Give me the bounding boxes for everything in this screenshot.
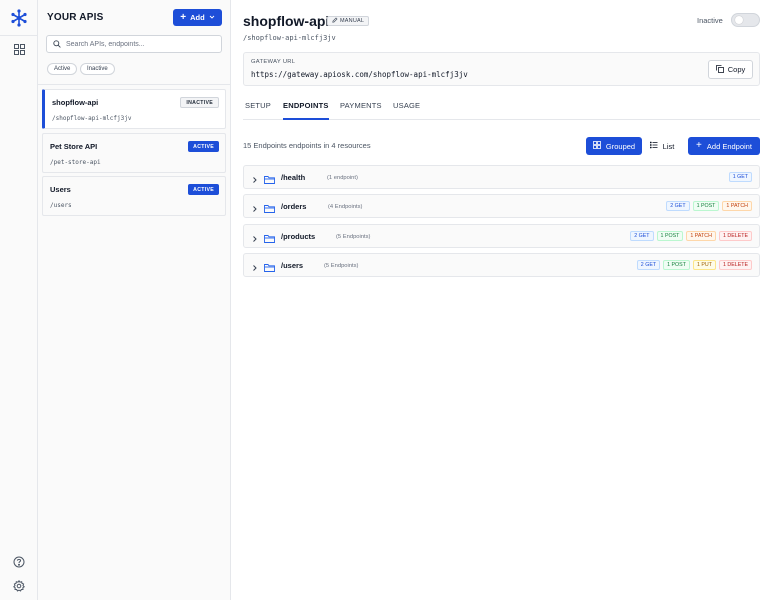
plus-icon: + [180,11,187,23]
endpoints-summary: 15 Endpoints endpoints in 4 resources [243,141,371,150]
api-sidebar: YOUR APIS + Add Active Inactive shopflow… [38,0,231,600]
grouped-view-button[interactable]: Grouped [586,137,642,155]
help-icon[interactable] [9,552,29,572]
api-card-name: shopflow-api [52,98,99,107]
method-badge-put: 1 PUT [692,260,716,270]
copy-icon [715,64,724,75]
method-badges: 1 GET [728,172,752,182]
api-card-path: /shopflow-api-mlcfj3jv [52,115,132,122]
chevron-right-icon[interactable] [250,231,260,242]
folder-icon [264,172,275,184]
method-badge-get: 2 GET [630,231,654,241]
api-card-pet-store[interactable]: Pet Store API /pet-store-api ACTIVE [42,133,226,173]
resource-path: /users [281,261,304,270]
add-endpoint-label: Add Endpoint [706,141,752,151]
add-api-label: Add [190,13,205,22]
api-card-name: Users [50,185,71,194]
copy-label: Copy [727,65,746,74]
method-badge-post: 1 POST [692,201,720,211]
sidebar-divider [38,84,231,85]
method-badges: 2 GET 1 POST 1 PUT 1 DELETE [636,260,752,270]
grid-icon [593,141,601,151]
page-title: shopflow-api [243,13,330,29]
method-badge-patch: 1 PATCH [686,231,716,241]
rail-divider [0,35,38,36]
add-endpoint-button[interactable]: + Add Endpoint [688,137,760,155]
resource-row-orders[interactable]: /orders (4 Endpoints) 2 GET 1 POST 1 PAT… [243,194,760,218]
method-badge-patch: 1 PATCH [722,201,752,211]
mode-badge-label: MANUAL [340,18,365,24]
status-badge: INACTIVE [180,97,219,108]
resource-count: (5 Endpoints) [324,263,359,269]
resource-row-products[interactable]: /products (5 Endpoints) 2 GET 1 POST 1 P… [243,224,760,248]
chevron-right-icon[interactable] [250,201,260,212]
list-label: List [662,141,675,151]
api-card-path: /pet-store-api [50,159,101,166]
settings-icon[interactable] [9,576,29,596]
filter-chip-active[interactable]: Active [47,63,78,75]
gateway-label: GATEWAY URL [251,59,296,65]
method-badges: 2 GET 1 POST 1 PATCH 1 DELETE [630,231,752,241]
status-toggle[interactable] [731,13,760,27]
search-input[interactable] [66,40,206,48]
status-badge: ACTIVE [188,141,219,152]
status-badge: ACTIVE [188,184,219,195]
status-label: Inactive [697,16,723,25]
resource-path: /products [281,232,316,241]
mode-badge[interactable]: MANUAL [327,16,370,26]
tab-setup[interactable]: SETUP [245,101,271,120]
tab-endpoints[interactable]: ENDPOINTS [283,101,329,120]
method-badge-post: 1 POST [656,231,684,241]
resource-count: (1 endpoint) [327,175,358,181]
resource-count: (4 Endpoints) [328,204,363,210]
method-badge-delete: 1 DELETE [718,260,752,270]
chevron-right-icon[interactable] [250,172,260,183]
method-badge-get: 1 GET [728,172,752,182]
tab-bar: SETUP ENDPOINTS PAYMENTS USAGE [243,95,760,120]
method-badge-post: 1 POST [663,260,690,270]
list-icon [649,141,658,151]
resource-path: /orders [281,202,307,211]
add-api-button[interactable]: + Add [173,9,222,26]
plus-icon: + [696,140,702,151]
folder-icon [264,201,275,213]
grouped-label: Grouped [605,141,636,151]
api-card-path: /users [50,202,72,209]
resource-count: (5 Endpoints) [336,234,371,240]
pencil-icon [332,17,338,25]
folder-icon [264,231,275,243]
api-card-users[interactable]: Users /users ACTIVE [42,176,226,216]
logo-icon[interactable] [9,8,29,28]
list-view-button[interactable]: List [642,137,682,155]
copy-button[interactable]: Copy [708,60,753,79]
folder-icon [264,260,275,272]
sidebar-title: YOUR APIS [47,12,104,23]
resource-row-users[interactable]: /users (5 Endpoints) 2 GET 1 POST 1 PUT … [243,253,760,277]
api-card-shopflow[interactable]: shopflow-api /shopflow-api-mlcfj3jv INAC… [42,89,226,129]
dashboard-icon[interactable] [9,39,29,59]
filter-chip-inactive[interactable]: Inactive [80,63,115,75]
resource-path: /health [281,173,306,182]
method-badge-delete: 1 DELETE [718,231,752,241]
tab-payments[interactable]: PAYMENTS [340,101,382,120]
icon-rail [0,0,38,600]
api-path: /shopflow-api-mlcfj3jv [243,34,336,42]
search-box [46,35,222,53]
gateway-url: https://gateway.apiosk.com/shopflow-api-… [251,70,468,79]
api-detail-panel: shopflow-api MANUAL /shopflow-api-mlcfj3… [231,0,773,600]
tab-usage[interactable]: USAGE [393,101,420,120]
resource-row-health[interactable]: /health (1 endpoint) 1 GET [243,165,760,189]
chevron-down-icon [209,13,215,22]
method-badge-get: 2 GET [666,201,690,211]
method-badge-get: 2 GET [636,260,661,270]
chevron-right-icon[interactable] [250,260,260,271]
gateway-url-box: GATEWAY URL https://gateway.apiosk.com/s… [243,52,760,86]
search-icon [53,35,61,53]
method-badges: 2 GET 1 POST 1 PATCH [666,201,752,211]
api-card-name: Pet Store API [50,142,98,151]
